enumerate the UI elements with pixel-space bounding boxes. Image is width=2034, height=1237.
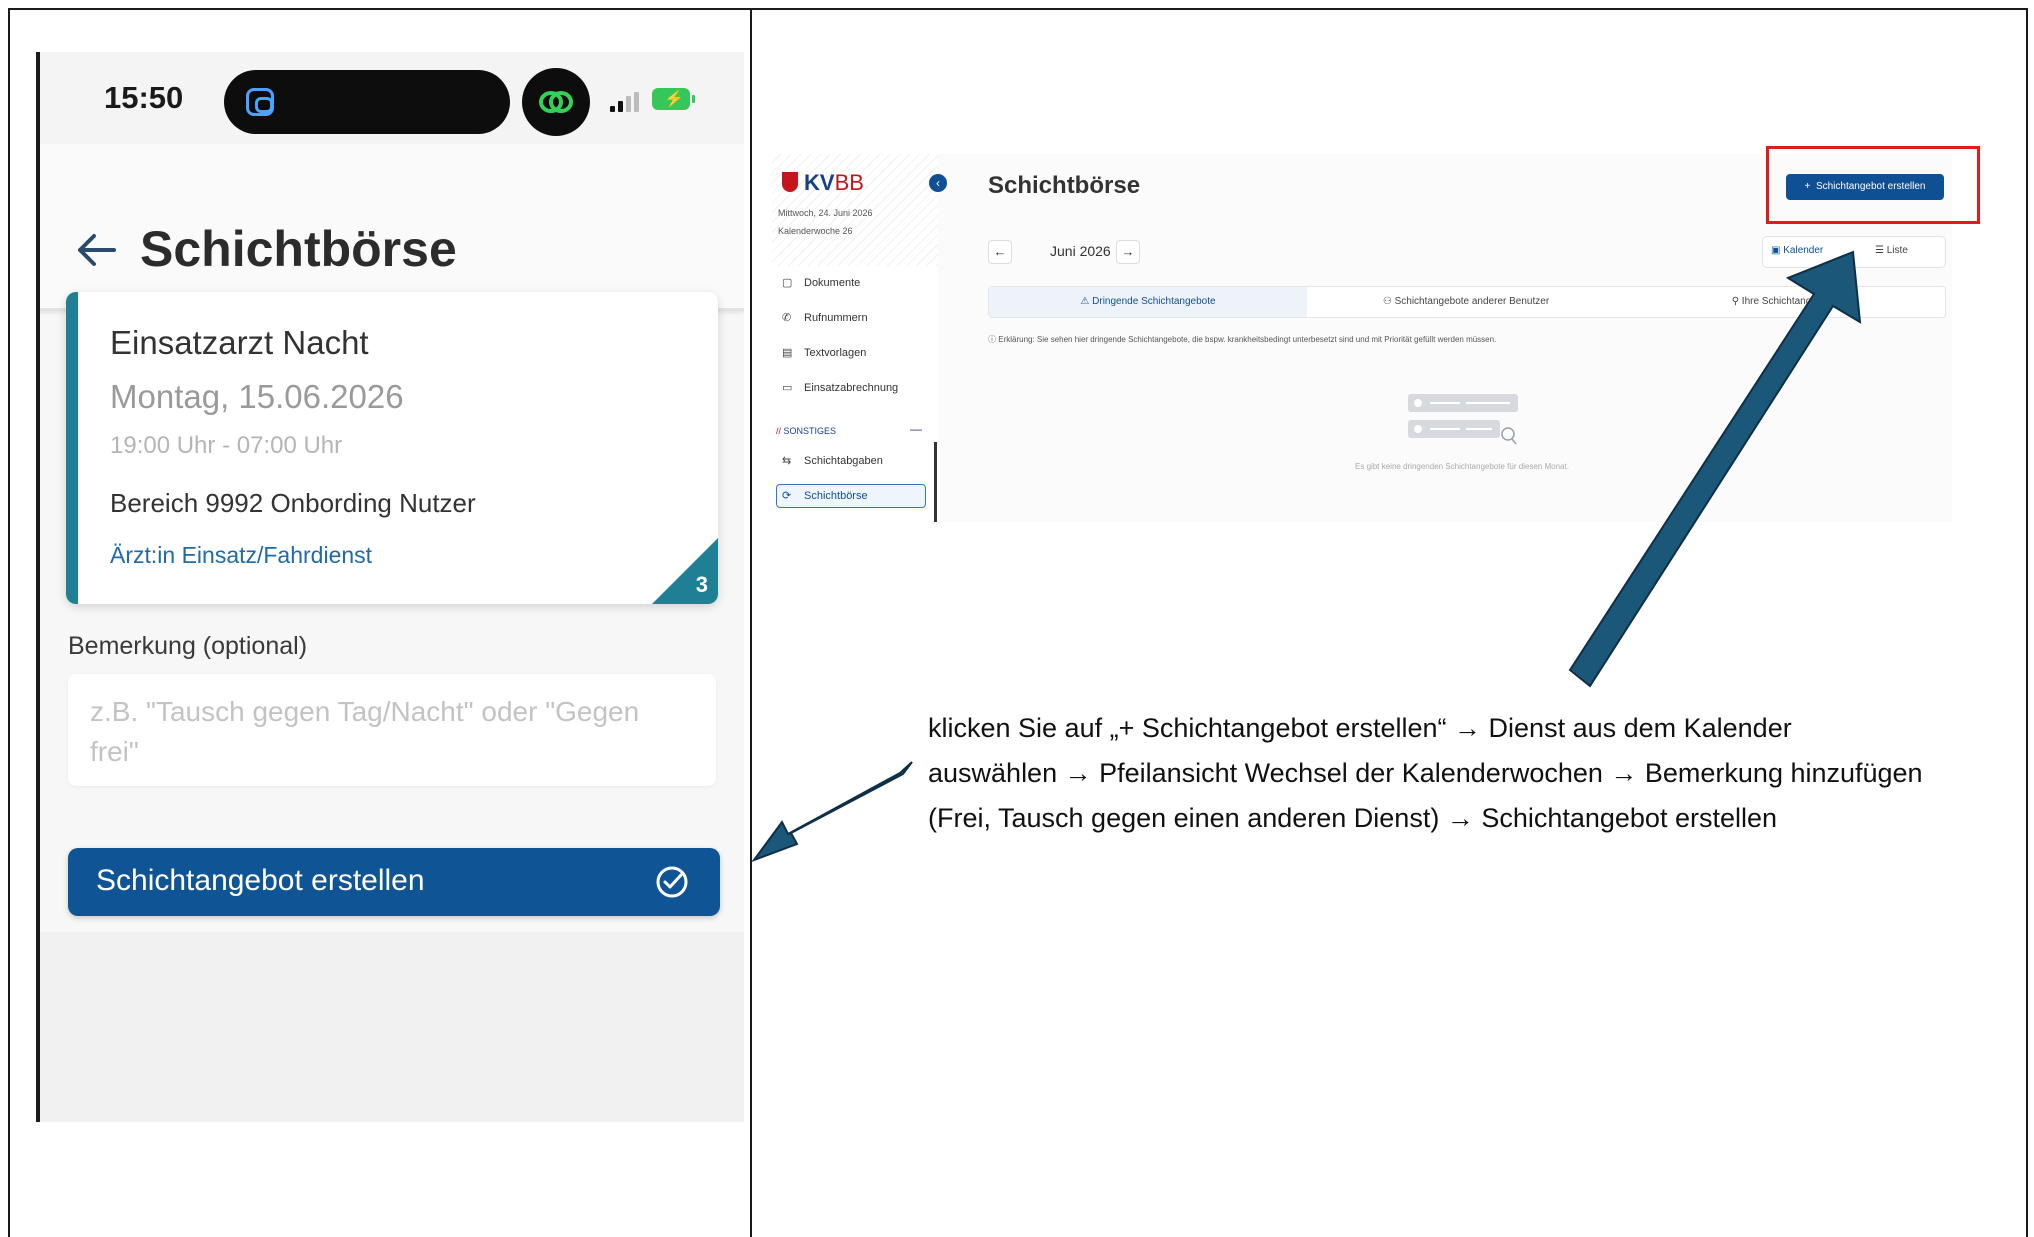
logo-bb: BB bbox=[834, 170, 864, 195]
check-circle-icon bbox=[656, 866, 688, 898]
sidebar-date: Mittwoch, 24. Juni 2026 bbox=[778, 208, 873, 218]
column-divider bbox=[750, 8, 752, 1237]
sidebar-week: Kalenderwoche 26 bbox=[778, 226, 853, 236]
phone-screenshot: 15:50 ⚡ Schichtbörse Einsatzarzt Nacht M… bbox=[36, 52, 744, 1122]
list-icon: ☰ bbox=[1875, 245, 1884, 256]
tab-urgent[interactable]: ⚠ Dringende Schichtangebote bbox=[989, 287, 1307, 317]
back-arrow-icon[interactable] bbox=[74, 228, 118, 272]
next-month-button[interactable]: → bbox=[1116, 240, 1140, 264]
calendar-view-button[interactable]: ▣ Kalender bbox=[1771, 245, 1823, 256]
web-page-title: Schichtbörse bbox=[988, 172, 1141, 199]
sidebar-item-dokumente[interactable]: ▢ Dokumente bbox=[782, 276, 860, 289]
shift-card[interactable]: Einsatzarzt Nacht Montag, 15.06.2026 19:… bbox=[66, 292, 718, 604]
sidebar: KVBB Mittwoch, 24. Juni 2026 Kalenderwoc… bbox=[772, 154, 947, 522]
tab-own-offers[interactable]: ⚲ Ihre Schichtangebote bbox=[1625, 287, 1943, 317]
list-view-button[interactable]: ☰ Liste bbox=[1875, 245, 1908, 256]
shift-area: Bereich 9992 Onbording Nutzer bbox=[110, 488, 476, 518]
month-label: Juni 2026 bbox=[1050, 243, 1111, 259]
phone-edge bbox=[36, 52, 40, 1122]
app-header: Schichtbörse bbox=[36, 144, 744, 311]
view-toggle: ▣ Kalender ☰ Liste bbox=[1762, 236, 1946, 268]
remark-label: Bemerkung (optional) bbox=[68, 632, 308, 660]
shift-role: Ärzt:in Einsatz/Fahrdienst bbox=[110, 542, 373, 568]
info-icon: ⓘ bbox=[988, 335, 996, 344]
phone-icon: ✆ bbox=[782, 312, 792, 324]
sidebar-item-label: Schichtbörse bbox=[804, 490, 868, 502]
instruction-text: klicken Sie auf „+ Schichtangebot erstel… bbox=[928, 713, 1923, 833]
collapse-section-icon[interactable]: — bbox=[910, 422, 922, 436]
screen-mirror-icon bbox=[246, 88, 274, 116]
create-offer-label: Schichtangebot erstellen bbox=[96, 864, 425, 897]
brandenburg-crest-icon bbox=[782, 172, 798, 192]
kvbb-logo[interactable]: KVBB bbox=[804, 170, 864, 196]
highlight-box bbox=[1766, 146, 1980, 224]
sidebar-item-einsatzabrechnung[interactable]: ▭ Einsatzabrechnung bbox=[782, 381, 898, 394]
collapse-sidebar-icon[interactable]: ‹ bbox=[929, 174, 947, 192]
explanation-text: ⓘ Erklärung: Sie sehen hier dringende Sc… bbox=[988, 335, 1497, 344]
sidebar-item-label: Einsatzabrechnung bbox=[804, 382, 899, 394]
remark-placeholder: z.B. "Tausch gegen Tag/Nacht" oder "Gege… bbox=[90, 696, 640, 767]
link-icon bbox=[539, 91, 573, 113]
shift-title: Einsatzarzt Nacht bbox=[110, 324, 369, 361]
empty-list-icon bbox=[1408, 394, 1518, 445]
shift-date: Montag, 15.06.2026 bbox=[110, 378, 404, 415]
calendar-icon: ▣ bbox=[1771, 245, 1781, 256]
refresh-icon: ⟳ bbox=[782, 490, 792, 502]
page-title: Schichtbörse bbox=[140, 221, 457, 277]
link-indicator bbox=[522, 68, 590, 136]
tab-bar: ⚠ Dringende Schichtangebote ⚇ Schichtang… bbox=[988, 286, 1946, 318]
sidebar-item-textvorlagen[interactable]: ▤ Textvorlagen bbox=[782, 346, 866, 359]
battery-icon: ⚡ bbox=[652, 88, 695, 110]
sidebar-item-schichtabgaben[interactable]: ⇆ Schichtabgaben bbox=[782, 454, 883, 467]
signal-icon bbox=[610, 92, 640, 112]
empty-message: Es gibt keine dringenden Schichtangebote… bbox=[1355, 462, 1569, 471]
status-bar: 15:50 ⚡ bbox=[36, 52, 744, 144]
card-badge-count: 3 bbox=[695, 572, 708, 597]
status-time: 15:50 bbox=[104, 80, 184, 115]
blurred-background bbox=[36, 932, 744, 1122]
swap-icon: ⇆ bbox=[782, 455, 792, 467]
document-icon: ▢ bbox=[782, 277, 793, 289]
sidebar-item-label: Rufnummern bbox=[804, 312, 868, 324]
sidebar-section-label: // SONSTIGES bbox=[776, 426, 837, 436]
create-offer-button[interactable]: Schichtangebot erstellen bbox=[68, 848, 720, 916]
card-corner-badge bbox=[652, 538, 718, 604]
dynamic-island bbox=[224, 70, 510, 134]
shift-time: 19:00 Uhr - 07:00 Uhr bbox=[110, 432, 343, 459]
card-accent-bar bbox=[66, 292, 78, 604]
prev-month-button[interactable]: ← bbox=[988, 240, 1012, 264]
sidebar-item-label: Dokumente bbox=[804, 277, 861, 289]
sidebar-item-schichtboerse[interactable]: ⟳ Schichtbörse bbox=[782, 489, 868, 502]
logo-kv: KV bbox=[804, 170, 835, 195]
user-icon: ⚲ bbox=[1731, 296, 1740, 307]
tab-other-users[interactable]: ⚇ Schichtangebote anderer Benutzer bbox=[1307, 287, 1625, 317]
text-file-icon: ▤ bbox=[782, 347, 793, 359]
warning-icon: ⚠ bbox=[1080, 296, 1090, 307]
sidebar-scrollbar[interactable] bbox=[934, 442, 937, 522]
sidebar-item-label: Textvorlagen bbox=[804, 347, 867, 359]
sidebar-item-label: Schichtabgaben bbox=[804, 455, 883, 467]
sidebar-item-rufnummern[interactable]: ✆ Rufnummern bbox=[782, 311, 868, 324]
remark-input[interactable]: z.B. "Tausch gegen Tag/Nacht" oder "Gege… bbox=[68, 674, 716, 786]
users-icon: ⚇ bbox=[1382, 296, 1392, 307]
clipboard-icon: ▭ bbox=[782, 382, 793, 394]
